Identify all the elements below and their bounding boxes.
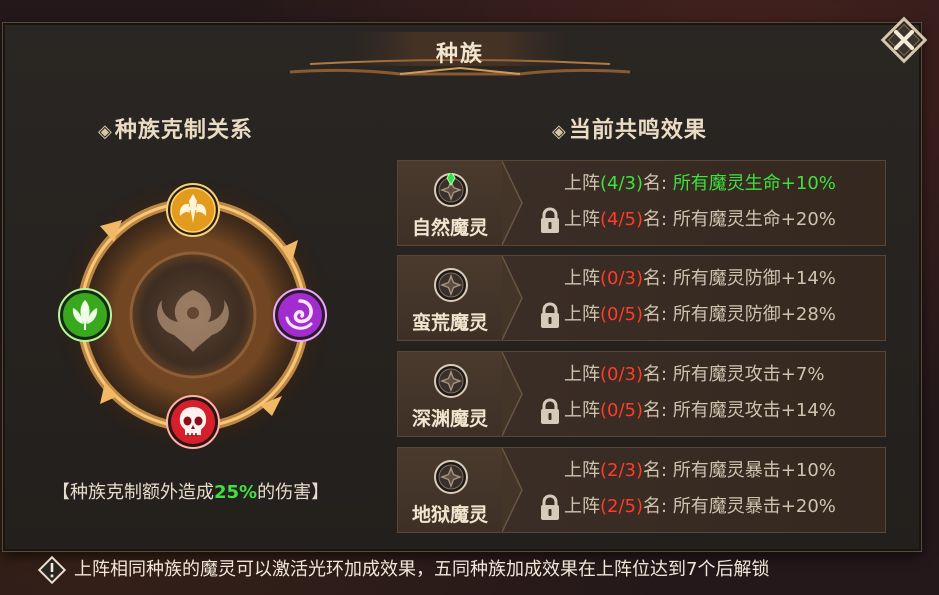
race-void-button[interactable] [273, 288, 327, 342]
counter-bonus-note: 【种族克制额外造成25%的伤害】 [52, 478, 362, 508]
race-counter-wheel [48, 170, 338, 460]
effect-line-5: 上阵(0/5)名: 所有魔灵防御+28% [564, 302, 836, 328]
effect-count: (4/5) [600, 209, 644, 230]
nature-emblem-icon [434, 169, 468, 207]
effect-line-5: 上阵(0/5)名: 所有魔灵攻击+14% [564, 398, 836, 424]
effect-line-3: 上阵(0/3)名: 所有魔灵防御+14% [564, 266, 836, 292]
chevron-right-icon [502, 256, 523, 340]
effect-suffix: 名: [643, 496, 673, 517]
effect-line-5: 上阵(2/5)名: 所有魔灵暴击+20% [564, 494, 836, 520]
note-prefix: 【种族克制额外造成 [52, 482, 214, 503]
wild-emblem-icon [434, 268, 468, 302]
race-nature-button[interactable] [58, 288, 112, 342]
section-heading-resonance: ◈当前共鸣效果 [552, 112, 707, 144]
effect-prefix: 上阵 [564, 268, 600, 289]
swirl-icon [273, 288, 327, 342]
effect-count: (0/5) [600, 304, 644, 325]
effect-text: 所有魔灵防御+28% [672, 304, 836, 325]
effect-suffix: 名: [643, 460, 673, 481]
effect-prefix: 上阵 [564, 460, 600, 481]
holy-wings-icon [166, 183, 220, 237]
skull-icon [166, 395, 220, 449]
effect-line-5: 上阵(4/5)名: 所有魔灵生命+20% [564, 207, 836, 233]
effect-suffix: 名: [643, 304, 673, 325]
leaf-icon [58, 288, 112, 342]
chevron-right-icon [502, 448, 523, 532]
resonance-row: 自然魔灵 上阵(4/3)名: 所有魔灵生命+10% 上阵(4/5)名: 所有魔灵… [397, 160, 886, 246]
effect-line-3: 上阵(4/3)名: 所有魔灵生命+10% [564, 171, 836, 197]
race-badge: 自然魔灵 [398, 161, 502, 245]
footer-tip: 上阵相同种族的魔灵可以激活光环加成效果，五同种族加成效果在上阵位达到7个后解锁 [36, 553, 916, 587]
abyss-emblem-icon [434, 364, 468, 398]
effect-text: 所有魔灵攻击+7% [672, 364, 825, 385]
effect-line-3: 上阵(0/3)名: 所有魔灵攻击+7% [564, 362, 824, 388]
section-heading-text: 种族克制关系 [114, 118, 253, 143]
lock-icon [538, 398, 562, 426]
effect-prefix: 上阵 [564, 304, 600, 325]
effect-text: 所有魔灵暴击+10% [672, 460, 836, 481]
effect-prefix: 上阵 [564, 209, 600, 230]
effect-text: 所有魔灵生命+10% [672, 173, 836, 194]
hell-emblem-icon [434, 460, 468, 494]
effect-count: (0/5) [600, 400, 644, 421]
effect-suffix: 名: [643, 268, 673, 289]
effect-prefix: 上阵 [564, 173, 600, 194]
section-heading-text: 当前共鸣效果 [568, 118, 707, 143]
effect-text: 所有魔灵攻击+14% [672, 400, 836, 421]
effect-prefix: 上阵 [564, 496, 600, 517]
effect-count: (2/3) [600, 460, 644, 481]
race-badge: 蛮荒魔灵 [398, 256, 502, 340]
race-name: 自然魔灵 [411, 217, 488, 239]
effect-text: 所有魔灵防御+14% [672, 268, 836, 289]
race-abyss-button[interactable] [166, 395, 220, 449]
resonance-row: 地狱魔灵 上阵(2/3)名: 所有魔灵暴击+10% 上阵(2/5)名: 所有魔灵… [397, 447, 886, 533]
effect-count: (2/5) [600, 496, 644, 517]
resonance-row: 蛮荒魔灵 上阵(0/3)名: 所有魔灵防御+14% 上阵(0/5)名: 所有魔灵… [397, 255, 886, 341]
race-badge: 深渊魔灵 [398, 352, 502, 436]
race-name: 蛮荒魔灵 [411, 312, 488, 334]
effect-count: (0/3) [600, 364, 644, 385]
diamond-icon: ◈ [552, 121, 567, 142]
page-title: 种族 [435, 42, 484, 67]
effect-suffix: 名: [643, 364, 673, 385]
effect-suffix: 名: [643, 173, 673, 194]
chevron-right-icon [502, 352, 523, 436]
effect-text: 所有魔灵暴击+20% [672, 496, 836, 517]
note-suffix: 的伤害】 [257, 482, 330, 503]
race-badge: 地狱魔灵 [398, 448, 502, 532]
effect-prefix: 上阵 [564, 400, 600, 421]
lock-icon [538, 302, 562, 330]
race-name: 深渊魔灵 [411, 408, 488, 430]
effect-suffix: 名: [643, 400, 673, 421]
title-banner: 种族 [290, 28, 630, 76]
effect-text: 所有魔灵生命+20% [672, 209, 836, 230]
effect-suffix: 名: [643, 209, 673, 230]
effect-count: (4/3) [600, 173, 644, 194]
chevron-right-icon [502, 161, 523, 245]
section-heading-race-counter: ◈种族克制关系 [98, 112, 253, 144]
race-name: 地狱魔灵 [411, 504, 488, 526]
close-icon [880, 16, 928, 64]
effect-line-3: 上阵(2/3)名: 所有魔灵暴击+10% [564, 458, 836, 484]
lock-icon [538, 207, 562, 235]
lock-icon [538, 494, 562, 522]
resonance-row: 深渊魔灵 上阵(0/3)名: 所有魔灵攻击+7% 上阵(0/5)名: 所有魔灵攻… [397, 351, 886, 437]
effect-prefix: 上阵 [564, 364, 600, 385]
effect-count: (0/3) [600, 268, 644, 289]
diamond-icon: ◈ [98, 121, 113, 142]
note-highlight: 25% [214, 482, 258, 503]
warning-icon [37, 555, 67, 585]
race-holy-button[interactable] [166, 183, 220, 237]
footer-tip-text: 上阵相同种族的魔灵可以激活光环加成效果，五同种族加成效果在上阵位达到7个后解锁 [74, 559, 770, 580]
close-button[interactable] [878, 14, 930, 66]
